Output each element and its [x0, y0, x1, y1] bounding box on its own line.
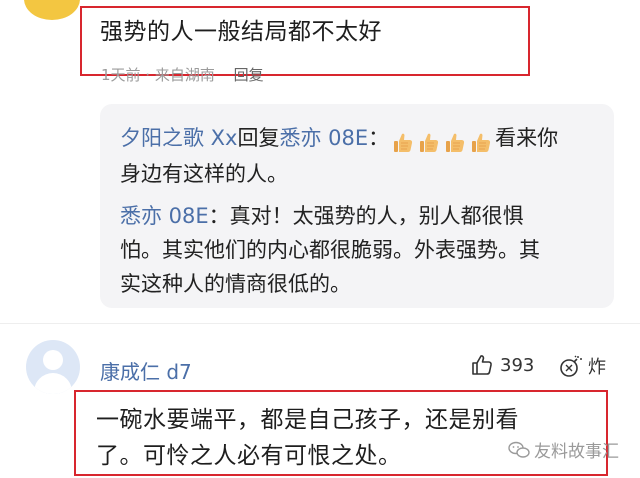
wechat-icon — [508, 441, 530, 458]
avatar-body-shape — [34, 373, 72, 394]
watermark: 友料故事汇 — [508, 437, 619, 462]
avatar-top[interactable] — [24, 0, 80, 20]
comment-1-meta: 1天前 · 来自湖南 回复 — [101, 64, 264, 85]
comment-2-text-line-2: 了。可怜之人必有可恨之处。 — [96, 443, 402, 469]
thumbs-up-emoji-group — [391, 130, 495, 155]
reply-1-line-1: 夕阳之歌 Xx回复悉亦 08E： 看来你 — [120, 122, 558, 155]
reply-2-line-2: 怕。其实他们的内心都很脆弱。外表强势。其 — [120, 238, 540, 262]
reply-1-user[interactable]: 夕阳之歌 Xx — [120, 126, 238, 150]
thumbs-up-emoji-icon — [446, 133, 465, 152]
comment-1-time-location: 1天前 · 来自湖南 — [101, 66, 215, 84]
avatar[interactable] — [26, 340, 80, 394]
reply-button[interactable]: 回复 — [234, 66, 264, 84]
reply-2-text-a: ：真对！太强势的人，别人都很惧 — [208, 204, 524, 228]
thumbs-up-emoji-icon — [472, 133, 491, 152]
reply-1-target[interactable]: 悉亦 08E — [280, 126, 369, 150]
reply-2-line-3: 实这种人的情商很低的。 — [120, 272, 351, 296]
reply-1-text-a: 看来你 — [495, 126, 559, 150]
bomb-label: 炸 — [588, 357, 606, 378]
comment-1-text: 强势的人一般结局都不太好 — [100, 19, 382, 45]
thumbs-up-icon — [472, 355, 492, 375]
watermark-text: 友料故事汇 — [534, 442, 619, 462]
reply-2-user[interactable]: 悉亦 08E — [120, 204, 209, 228]
avatar-head-shape — [43, 350, 63, 370]
thumbs-up-emoji-icon — [420, 133, 439, 152]
reply-1-colon: ： — [368, 126, 390, 150]
reply-2-line-1: 悉亦 08E：真对！太强势的人，别人都很惧 — [120, 200, 524, 230]
bomb-icon — [560, 355, 582, 377]
reply-1-line-2: 身边有这样的人。 — [120, 162, 288, 186]
replies-box[interactable]: 夕阳之歌 Xx回复悉亦 08E： 看来你 身边有这样的人。 悉亦 08E：真对！太… — [100, 104, 614, 308]
reply-1-verb: 回复 — [237, 126, 280, 150]
bomb-button[interactable]: 炸 — [558, 353, 606, 379]
comment-2-text-line-1: 一碗水要端平，都是自己孩子，还是别看 — [96, 407, 519, 433]
thumbs-up-emoji-icon — [394, 133, 413, 152]
like-button[interactable]: 393 — [470, 353, 534, 377]
divider — [0, 323, 640, 324]
comment-2-user[interactable]: 康成仁 d7 — [100, 356, 192, 385]
like-count: 393 — [500, 354, 535, 376]
